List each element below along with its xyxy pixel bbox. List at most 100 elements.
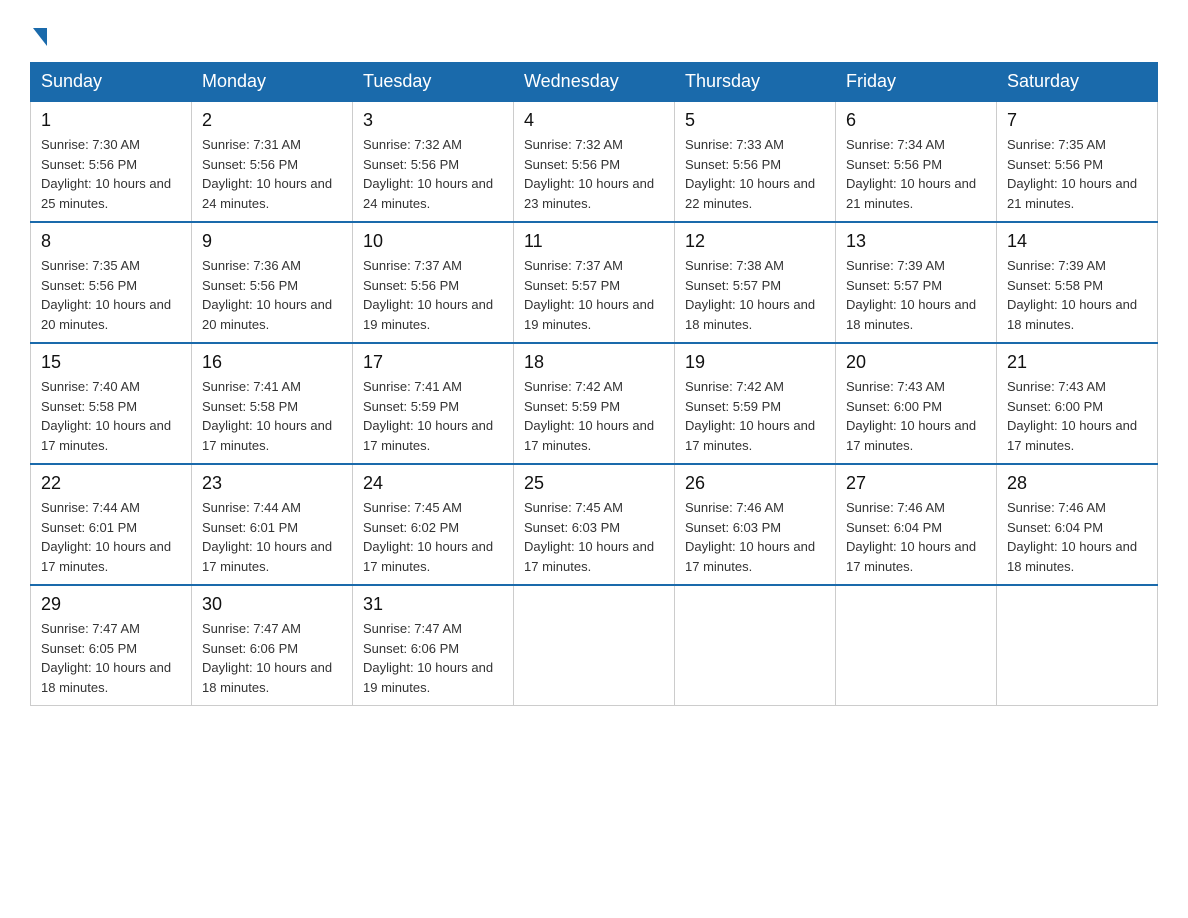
col-header-sunday: Sunday [31, 63, 192, 102]
calendar-week-row: 15 Sunrise: 7:40 AMSunset: 5:58 PMDaylig… [31, 343, 1158, 464]
calendar-cell: 6 Sunrise: 7:34 AMSunset: 5:56 PMDayligh… [836, 101, 997, 222]
calendar-cell: 19 Sunrise: 7:42 AMSunset: 5:59 PMDaylig… [675, 343, 836, 464]
day-info: Sunrise: 7:35 AMSunset: 5:56 PMDaylight:… [41, 258, 171, 332]
day-number: 18 [524, 352, 664, 373]
day-number: 27 [846, 473, 986, 494]
day-info: Sunrise: 7:44 AMSunset: 6:01 PMDaylight:… [41, 500, 171, 574]
calendar-cell: 29 Sunrise: 7:47 AMSunset: 6:05 PMDaylig… [31, 585, 192, 706]
calendar-cell: 5 Sunrise: 7:33 AMSunset: 5:56 PMDayligh… [675, 101, 836, 222]
day-number: 14 [1007, 231, 1147, 252]
calendar-cell: 27 Sunrise: 7:46 AMSunset: 6:04 PMDaylig… [836, 464, 997, 585]
calendar-week-row: 29 Sunrise: 7:47 AMSunset: 6:05 PMDaylig… [31, 585, 1158, 706]
calendar-table: SundayMondayTuesdayWednesdayThursdayFrid… [30, 62, 1158, 706]
calendar-cell [675, 585, 836, 706]
day-number: 23 [202, 473, 342, 494]
day-number: 29 [41, 594, 181, 615]
day-number: 11 [524, 231, 664, 252]
calendar-cell [836, 585, 997, 706]
day-number: 15 [41, 352, 181, 373]
day-number: 6 [846, 110, 986, 131]
day-number: 16 [202, 352, 342, 373]
calendar-cell: 10 Sunrise: 7:37 AMSunset: 5:56 PMDaylig… [353, 222, 514, 343]
calendar-cell: 23 Sunrise: 7:44 AMSunset: 6:01 PMDaylig… [192, 464, 353, 585]
day-info: Sunrise: 7:42 AMSunset: 5:59 PMDaylight:… [524, 379, 654, 453]
calendar-cell: 3 Sunrise: 7:32 AMSunset: 5:56 PMDayligh… [353, 101, 514, 222]
day-info: Sunrise: 7:34 AMSunset: 5:56 PMDaylight:… [846, 137, 976, 211]
day-number: 13 [846, 231, 986, 252]
calendar-cell: 25 Sunrise: 7:45 AMSunset: 6:03 PMDaylig… [514, 464, 675, 585]
calendar-week-row: 22 Sunrise: 7:44 AMSunset: 6:01 PMDaylig… [31, 464, 1158, 585]
calendar-header-row: SundayMondayTuesdayWednesdayThursdayFrid… [31, 63, 1158, 102]
day-number: 9 [202, 231, 342, 252]
day-number: 1 [41, 110, 181, 131]
day-number: 3 [363, 110, 503, 131]
day-info: Sunrise: 7:44 AMSunset: 6:01 PMDaylight:… [202, 500, 332, 574]
col-header-monday: Monday [192, 63, 353, 102]
day-info: Sunrise: 7:39 AMSunset: 5:57 PMDaylight:… [846, 258, 976, 332]
day-number: 10 [363, 231, 503, 252]
calendar-cell: 4 Sunrise: 7:32 AMSunset: 5:56 PMDayligh… [514, 101, 675, 222]
logo-triangle-icon [33, 28, 47, 46]
calendar-cell: 13 Sunrise: 7:39 AMSunset: 5:57 PMDaylig… [836, 222, 997, 343]
calendar-cell: 14 Sunrise: 7:39 AMSunset: 5:58 PMDaylig… [997, 222, 1158, 343]
day-info: Sunrise: 7:46 AMSunset: 6:04 PMDaylight:… [1007, 500, 1137, 574]
calendar-cell: 7 Sunrise: 7:35 AMSunset: 5:56 PMDayligh… [997, 101, 1158, 222]
day-number: 24 [363, 473, 503, 494]
day-info: Sunrise: 7:33 AMSunset: 5:56 PMDaylight:… [685, 137, 815, 211]
calendar-cell: 8 Sunrise: 7:35 AMSunset: 5:56 PMDayligh… [31, 222, 192, 343]
day-number: 28 [1007, 473, 1147, 494]
calendar-cell: 22 Sunrise: 7:44 AMSunset: 6:01 PMDaylig… [31, 464, 192, 585]
day-info: Sunrise: 7:37 AMSunset: 5:57 PMDaylight:… [524, 258, 654, 332]
day-number: 4 [524, 110, 664, 131]
day-info: Sunrise: 7:47 AMSunset: 6:06 PMDaylight:… [363, 621, 493, 695]
day-number: 20 [846, 352, 986, 373]
day-info: Sunrise: 7:45 AMSunset: 6:02 PMDaylight:… [363, 500, 493, 574]
day-number: 12 [685, 231, 825, 252]
calendar-cell: 20 Sunrise: 7:43 AMSunset: 6:00 PMDaylig… [836, 343, 997, 464]
day-number: 2 [202, 110, 342, 131]
col-header-tuesday: Tuesday [353, 63, 514, 102]
day-number: 26 [685, 473, 825, 494]
calendar-cell: 28 Sunrise: 7:46 AMSunset: 6:04 PMDaylig… [997, 464, 1158, 585]
day-number: 17 [363, 352, 503, 373]
day-info: Sunrise: 7:47 AMSunset: 6:06 PMDaylight:… [202, 621, 332, 695]
calendar-cell [997, 585, 1158, 706]
calendar-cell: 31 Sunrise: 7:47 AMSunset: 6:06 PMDaylig… [353, 585, 514, 706]
day-number: 21 [1007, 352, 1147, 373]
day-info: Sunrise: 7:39 AMSunset: 5:58 PMDaylight:… [1007, 258, 1137, 332]
calendar-cell: 12 Sunrise: 7:38 AMSunset: 5:57 PMDaylig… [675, 222, 836, 343]
day-info: Sunrise: 7:41 AMSunset: 5:58 PMDaylight:… [202, 379, 332, 453]
col-header-saturday: Saturday [997, 63, 1158, 102]
day-number: 7 [1007, 110, 1147, 131]
calendar-cell [514, 585, 675, 706]
day-info: Sunrise: 7:37 AMSunset: 5:56 PMDaylight:… [363, 258, 493, 332]
day-info: Sunrise: 7:31 AMSunset: 5:56 PMDaylight:… [202, 137, 332, 211]
calendar-week-row: 1 Sunrise: 7:30 AMSunset: 5:56 PMDayligh… [31, 101, 1158, 222]
day-number: 22 [41, 473, 181, 494]
col-header-thursday: Thursday [675, 63, 836, 102]
page-header [30, 20, 1158, 44]
calendar-cell: 1 Sunrise: 7:30 AMSunset: 5:56 PMDayligh… [31, 101, 192, 222]
calendar-cell: 16 Sunrise: 7:41 AMSunset: 5:58 PMDaylig… [192, 343, 353, 464]
day-number: 25 [524, 473, 664, 494]
day-info: Sunrise: 7:35 AMSunset: 5:56 PMDaylight:… [1007, 137, 1137, 211]
day-info: Sunrise: 7:46 AMSunset: 6:04 PMDaylight:… [846, 500, 976, 574]
day-number: 19 [685, 352, 825, 373]
calendar-cell: 30 Sunrise: 7:47 AMSunset: 6:06 PMDaylig… [192, 585, 353, 706]
day-info: Sunrise: 7:45 AMSunset: 6:03 PMDaylight:… [524, 500, 654, 574]
day-info: Sunrise: 7:42 AMSunset: 5:59 PMDaylight:… [685, 379, 815, 453]
day-info: Sunrise: 7:43 AMSunset: 6:00 PMDaylight:… [1007, 379, 1137, 453]
calendar-cell: 24 Sunrise: 7:45 AMSunset: 6:02 PMDaylig… [353, 464, 514, 585]
day-info: Sunrise: 7:32 AMSunset: 5:56 PMDaylight:… [524, 137, 654, 211]
calendar-week-row: 8 Sunrise: 7:35 AMSunset: 5:56 PMDayligh… [31, 222, 1158, 343]
day-info: Sunrise: 7:36 AMSunset: 5:56 PMDaylight:… [202, 258, 332, 332]
day-number: 5 [685, 110, 825, 131]
calendar-cell: 18 Sunrise: 7:42 AMSunset: 5:59 PMDaylig… [514, 343, 675, 464]
day-number: 30 [202, 594, 342, 615]
day-info: Sunrise: 7:47 AMSunset: 6:05 PMDaylight:… [41, 621, 171, 695]
col-header-wednesday: Wednesday [514, 63, 675, 102]
day-info: Sunrise: 7:38 AMSunset: 5:57 PMDaylight:… [685, 258, 815, 332]
day-info: Sunrise: 7:40 AMSunset: 5:58 PMDaylight:… [41, 379, 171, 453]
calendar-cell: 26 Sunrise: 7:46 AMSunset: 6:03 PMDaylig… [675, 464, 836, 585]
day-number: 8 [41, 231, 181, 252]
